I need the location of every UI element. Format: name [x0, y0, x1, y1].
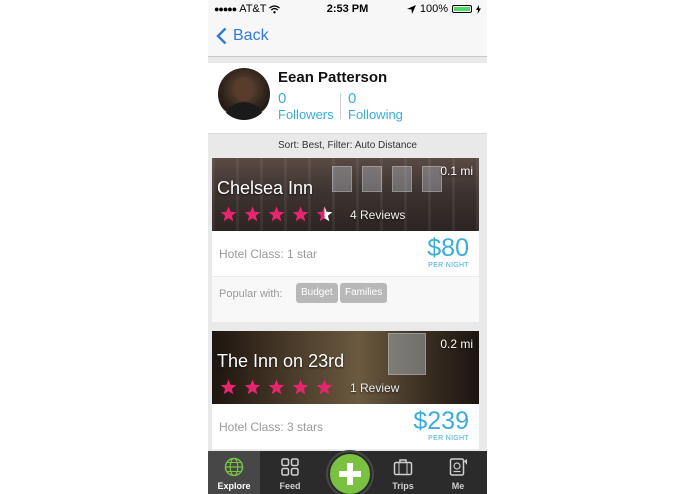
tab-label: Trips — [392, 481, 414, 491]
suitcase-icon — [393, 459, 413, 476]
tag-budget[interactable]: Budget — [296, 283, 338, 303]
back-label: Back — [233, 27, 269, 44]
hotel-class: Hotel Class: 1 star — [219, 247, 318, 261]
status-bar: ●●●●● AT&T 2:53 PM 100% — [208, 0, 487, 18]
hotel-distance: 0.1 mi — [440, 164, 473, 178]
hotel-price: $80 — [427, 234, 469, 262]
back-button[interactable]: Back — [216, 27, 269, 45]
star-icon — [220, 379, 237, 395]
hotel-name: The Inn on 23rd — [217, 351, 345, 371]
stat-divider — [340, 93, 341, 119]
battery-percent: 100% — [419, 3, 448, 15]
following-count: 0 — [348, 90, 357, 107]
following-label: Following — [348, 107, 403, 122]
tab-trips[interactable]: Trips — [377, 451, 429, 494]
followers-count: 0 — [278, 90, 287, 107]
hotel-card[interactable]: The Inn on 23rd 0.2 mi 1 Review Hotel Cl… — [212, 331, 479, 450]
location-arrow-icon — [406, 4, 416, 14]
hotel-price: $239 — [413, 407, 469, 435]
photo-detail — [388, 333, 426, 375]
hotel-info-row: Hotel Class: 3 stars $239 PER NIGHT — [212, 404, 479, 450]
followers-stat[interactable]: 0 Followers — [278, 90, 334, 123]
photo-detail — [362, 166, 382, 192]
review-count[interactable]: 1 Review — [350, 381, 399, 395]
person-silhouette-icon — [224, 77, 264, 120]
tab-label: Me — [451, 481, 465, 491]
passport-icon — [449, 458, 467, 476]
star-icon — [244, 379, 261, 395]
add-button[interactable] — [328, 452, 372, 494]
following-stat[interactable]: 0 Following — [348, 90, 403, 123]
battery-icon — [452, 5, 472, 13]
star-icon — [292, 379, 309, 395]
tag-families[interactable]: Families — [340, 283, 388, 303]
star-icon — [316, 379, 333, 395]
navigation-bar: Back — [208, 18, 487, 57]
followers-label: Followers — [278, 107, 334, 122]
profile-header: Eean Patterson 0 Followers 0 Following — [208, 63, 487, 134]
hotel-card[interactable]: Chelsea Inn 0.1 mi 4 Reviews Hotel Class… — [212, 158, 479, 322]
photo-detail — [422, 166, 442, 192]
photo-detail — [392, 166, 412, 192]
profile-name: Eean Patterson — [278, 69, 388, 86]
star-icon — [292, 206, 309, 222]
hotel-info-row: Hotel Class: 1 star $80 PER NIGHT — [212, 231, 479, 277]
tab-bar: Explore Feed Trips Me — [208, 451, 487, 494]
popular-with-row: Popular with: Budget Families — [212, 277, 479, 322]
avatar[interactable] — [218, 68, 270, 120]
tab-label: Feed — [279, 481, 301, 491]
star-icon — [268, 379, 285, 395]
star-icon — [316, 206, 333, 222]
star-icon — [244, 206, 261, 222]
hotel-class: Hotel Class: 3 stars — [219, 420, 324, 434]
rating-stars — [220, 206, 333, 222]
tab-me[interactable]: Me — [432, 451, 484, 494]
sort-filter-bar[interactable]: Sort: Best, Filter: Auto Distance — [208, 136, 487, 156]
popular-with-label: Popular with: — [219, 288, 283, 300]
star-icon — [268, 206, 285, 222]
tab-label: Explore — [217, 481, 251, 491]
tab-feed[interactable]: Feed — [264, 451, 316, 494]
hotel-distance: 0.2 mi — [440, 337, 473, 351]
plus-icon — [339, 463, 361, 485]
grid-icon — [281, 458, 299, 476]
hotel-name: Chelsea Inn — [217, 178, 314, 198]
battery-group: 100% — [406, 3, 481, 15]
photo-detail — [332, 166, 352, 192]
hotel-photo: The Inn on 23rd 0.2 mi 1 Review — [212, 331, 479, 404]
review-count[interactable]: 4 Reviews — [350, 208, 405, 222]
tab-explore[interactable]: Explore — [208, 451, 260, 494]
battery-fill — [454, 7, 470, 11]
rating-stars — [220, 379, 333, 395]
star-icon — [220, 206, 237, 222]
per-night-label: PER NIGHT — [428, 435, 469, 442]
phone-screen: ●●●●● AT&T 2:53 PM 100% Back Eean Patter… — [208, 0, 487, 494]
per-night-label: PER NIGHT — [428, 262, 469, 269]
hotel-photo: Chelsea Inn 0.1 mi 4 Reviews — [212, 158, 479, 231]
chevron-left-icon — [216, 27, 227, 45]
charging-bolt-icon — [476, 4, 481, 14]
globe-icon — [224, 457, 244, 477]
